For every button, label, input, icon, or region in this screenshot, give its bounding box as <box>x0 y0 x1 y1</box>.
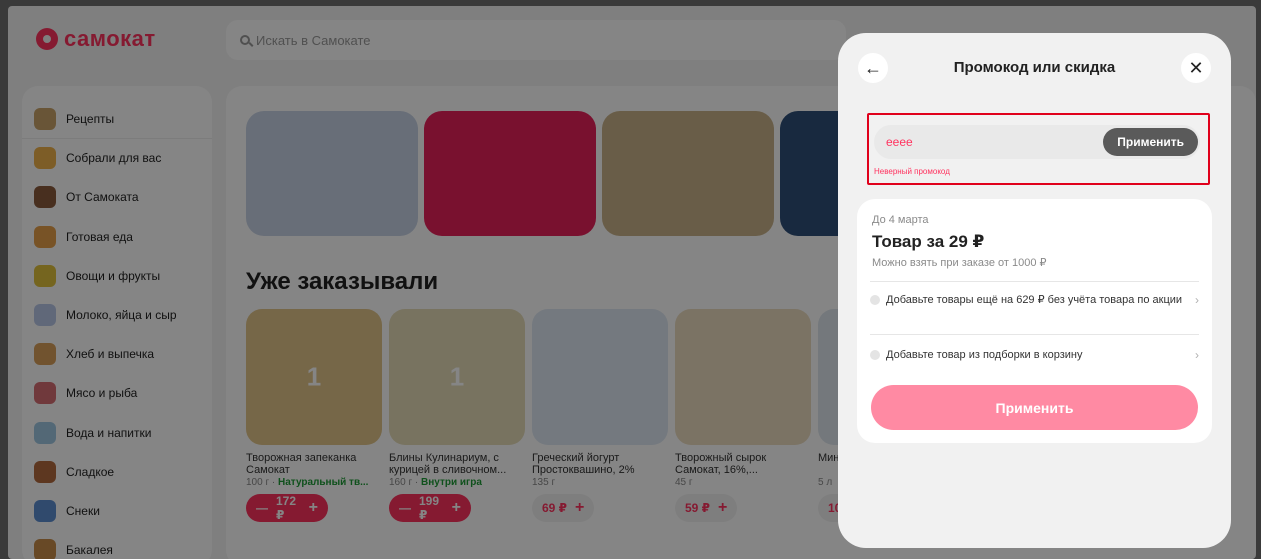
promo-modal: ← Промокод или скидка ✕ Применить Неверн… <box>838 33 1231 548</box>
condition-item[interactable]: Добавьте товары ещё на 629 ₽ без учёта т… <box>870 293 1199 307</box>
promo-apply-button[interactable]: Применить <box>1103 128 1198 156</box>
promo-code-input[interactable] <box>886 125 1086 159</box>
offer-title: Товар за 29 ₽ <box>872 232 985 251</box>
divider <box>870 281 1199 282</box>
chevron-right-icon: › <box>1195 293 1199 307</box>
close-icon[interactable]: ✕ <box>1181 53 1211 83</box>
condition-status-icon <box>870 295 880 305</box>
offer-date: До 4 марта <box>872 214 929 226</box>
offer-subtitle: Можно взять при заказе от 1000 ₽ <box>872 257 1047 269</box>
promo-error-message: Неверный промокод <box>874 167 950 176</box>
chevron-right-icon: › <box>1195 348 1199 362</box>
condition-text: Добавьте товары ещё на 629 ₽ без учёта т… <box>886 293 1183 306</box>
apply-offer-button[interactable]: Применить <box>871 385 1198 430</box>
modal-header: ← Промокод или скидка ✕ <box>838 53 1231 83</box>
condition-status-icon <box>870 350 880 360</box>
modal-title: Промокод или скидка <box>953 59 1116 76</box>
offer-card: До 4 марта Товар за 29 ₽ Можно взять при… <box>857 199 1212 443</box>
condition-text: Добавьте товар из подборки в корзину <box>886 348 1083 361</box>
promo-code-field: Применить <box>874 125 1200 159</box>
promo-code-section: Применить Неверный промокод <box>867 113 1210 185</box>
divider <box>870 334 1199 335</box>
condition-item[interactable]: Добавьте товар из подборки в корзину › <box>870 348 1199 362</box>
